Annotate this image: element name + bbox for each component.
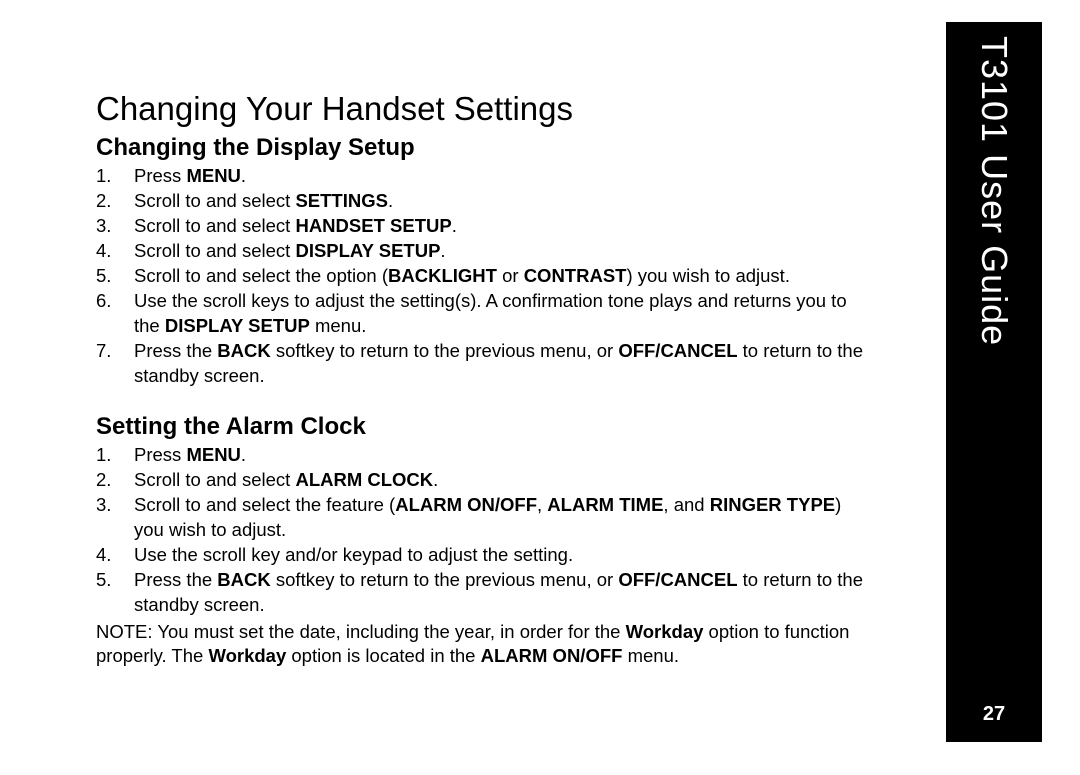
step: Scroll to and select SETTINGS. (96, 189, 876, 214)
sidebar: T3101 User Guide 27 (946, 22, 1042, 742)
step: Scroll to and select the option (BACKLIG… (96, 264, 876, 289)
bold: ALARM TIME (547, 494, 663, 515)
text: Scroll to and select (134, 240, 295, 261)
note: NOTE: You must set the date, including t… (96, 620, 876, 670)
text: . (241, 165, 246, 186)
step: Scroll to and select HANDSET SETUP. (96, 214, 876, 239)
text: softkey to return to the previous menu, … (271, 340, 619, 361)
bold: Workday (208, 645, 286, 666)
bold: ALARM ON/OFF (395, 494, 537, 515)
sidebar-title: T3101 User Guide (973, 36, 1015, 346)
bold: OFF/CANCEL (618, 569, 737, 590)
text: Use the scroll key and/or keypad to adju… (134, 544, 573, 565)
steps-alarm-clock: Press MENU. Scroll to and select ALARM C… (96, 443, 876, 618)
step: Press MENU. (96, 443, 876, 468)
step: Use the scroll keys to adjust the settin… (96, 289, 876, 339)
content: Changing Your Handset Settings Changing … (96, 90, 876, 669)
bold: DISPLAY SETUP (165, 315, 310, 336)
text: Scroll to and select (134, 190, 295, 211)
text: , and (663, 494, 709, 515)
section-heading-display-setup: Changing the Display Setup (96, 134, 876, 162)
bold: BACK (217, 340, 270, 361)
step: Press MENU. (96, 164, 876, 189)
bold: Workday (626, 621, 704, 642)
text: . (440, 240, 445, 261)
text: . (452, 215, 457, 236)
text: . (388, 190, 393, 211)
bold: BACKLIGHT (388, 265, 497, 286)
text: , (537, 494, 547, 515)
bold: DISPLAY SETUP (295, 240, 440, 261)
bold: RINGER TYPE (710, 494, 835, 515)
text: Press the (134, 569, 217, 590)
text: Scroll to and select (134, 469, 295, 490)
text: . (433, 469, 438, 490)
step: Scroll to and select ALARM CLOCK. (96, 468, 876, 493)
page-number: 27 (946, 703, 1042, 726)
text: menu. (310, 315, 367, 336)
text: or (497, 265, 524, 286)
bold: ALARM CLOCK (295, 469, 433, 490)
manual-page: T3101 User Guide 27 Changing Your Handse… (0, 0, 1080, 775)
bold: OFF/CANCEL (618, 340, 737, 361)
text: Press (134, 444, 186, 465)
text: . (241, 444, 246, 465)
text: menu. (622, 645, 679, 666)
text: option is located in the (286, 645, 480, 666)
section-heading-alarm-clock: Setting the Alarm Clock (96, 413, 876, 441)
text: Scroll to and select the feature ( (134, 494, 395, 515)
text: Scroll to and select (134, 215, 295, 236)
bold: CONTRAST (524, 265, 627, 286)
text: Press (134, 165, 186, 186)
steps-display-setup: Press MENU. Scroll to and select SETTING… (96, 164, 876, 389)
page-title: Changing Your Handset Settings (96, 90, 876, 128)
bold: SETTINGS (295, 190, 388, 211)
bold: HANDSET SETUP (295, 215, 451, 236)
text: softkey to return to the previous menu, … (271, 569, 619, 590)
step: Press the BACK softkey to return to the … (96, 568, 876, 618)
text: NOTE: You must set the date, including t… (96, 621, 626, 642)
text: Scroll to and select the option ( (134, 265, 388, 286)
step: Use the scroll key and/or keypad to adju… (96, 543, 876, 568)
text: Press the (134, 340, 217, 361)
bold: MENU (186, 165, 240, 186)
step: Press the BACK softkey to return to the … (96, 339, 876, 389)
bold: MENU (186, 444, 240, 465)
step: Scroll to and select the feature (ALARM … (96, 493, 876, 543)
text: ) you wish to adjust. (626, 265, 790, 286)
bold: BACK (217, 569, 270, 590)
step: Scroll to and select DISPLAY SETUP. (96, 239, 876, 264)
bold: ALARM ON/OFF (481, 645, 623, 666)
